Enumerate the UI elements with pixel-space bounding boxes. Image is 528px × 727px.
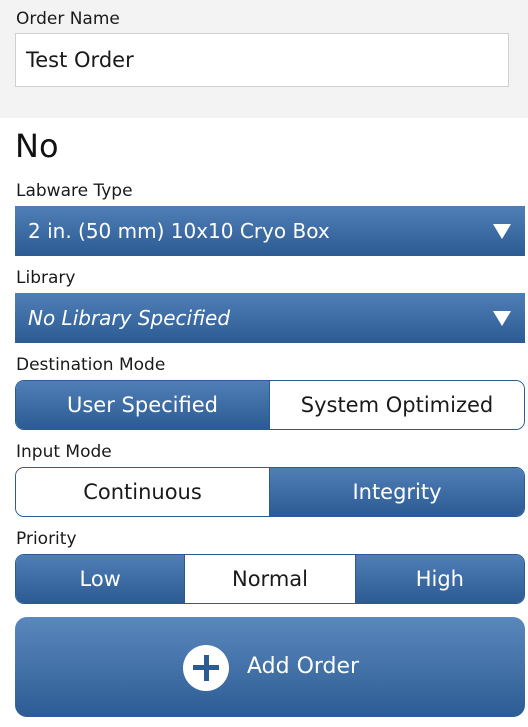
input-mode-toggle: Continuous Integrity [15,467,525,517]
plus-circle-icon [183,645,229,691]
status-text: No [15,127,59,165]
labware-type-label: Labware Type [16,181,133,201]
priority-high-option[interactable]: High [354,555,524,603]
input-continuous-option[interactable]: Continuous [16,468,269,516]
priority-normal-option[interactable]: Normal [184,555,355,603]
library-label: Library [16,268,76,288]
library-selected: No Library Specified [28,306,231,330]
priority-low-option[interactable]: Low [16,555,185,603]
add-order-label: Add Order [247,654,360,679]
destination-mode-toggle: User Specified System Optimized [15,380,525,430]
destination-user-specified-option[interactable]: User Specified [16,381,269,429]
order-name-label: Order Name [16,9,120,29]
order-name-input[interactable] [15,33,509,87]
input-integrity-option[interactable]: Integrity [269,468,524,516]
labware-type-selected: 2 in. (50 mm) 10x10 Cryo Box [28,219,330,243]
priority-toggle: Low Normal High [15,554,525,604]
destination-mode-label: Destination Mode [16,355,166,375]
library-dropdown[interactable]: No Library Specified [15,293,525,343]
dropdown-arrow-icon [493,224,511,239]
input-mode-label: Input Mode [16,442,112,462]
dropdown-arrow-icon [493,311,511,326]
labware-type-dropdown[interactable]: 2 in. (50 mm) 10x10 Cryo Box [15,206,525,256]
add-order-button[interactable]: Add Order [15,617,525,717]
destination-system-optimized-option[interactable]: System Optimized [269,381,524,429]
priority-label: Priority [16,529,77,549]
